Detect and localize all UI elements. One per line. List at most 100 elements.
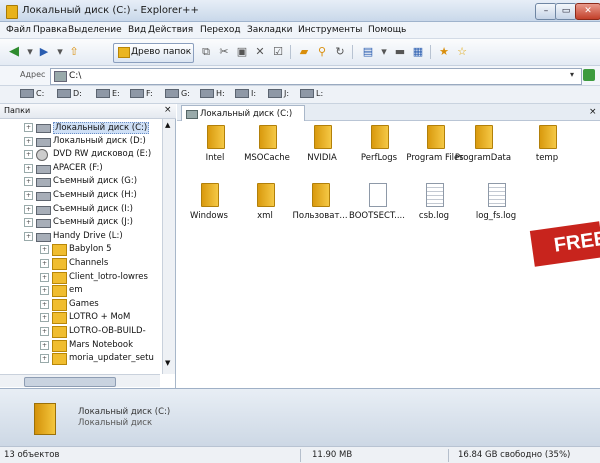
folders-button[interactable]: Древо папок — [113, 43, 194, 63]
expand-icon[interactable]: + — [24, 136, 33, 146]
folder-icon — [314, 125, 332, 149]
expand-icon[interactable]: + — [24, 163, 33, 173]
menu-edit[interactable]: Правка — [33, 25, 67, 35]
horizontal-scrollbar[interactable] — [0, 374, 160, 387]
expand-icon[interactable]: + — [24, 204, 33, 214]
folder-item[interactable]: PerfLogs — [349, 121, 409, 173]
expand-icon[interactable]: + — [40, 286, 49, 296]
folder-icon — [475, 125, 493, 149]
expand-icon[interactable]: + — [40, 354, 49, 364]
refresh-icon[interactable]: ↻ — [332, 44, 348, 60]
scroll-down-icon[interactable]: ▼ — [165, 359, 170, 367]
views-icon[interactable]: ▤ — [360, 44, 376, 60]
folder-item[interactable]: temp — [517, 121, 577, 173]
file-item[interactable]: csb.log — [404, 179, 464, 231]
drive-button-i[interactable]: I: — [235, 89, 256, 98]
expand-icon[interactable]: + — [24, 191, 33, 200]
drive-button-j[interactable]: J: — [268, 89, 289, 98]
new-folder-icon[interactable]: ▰ — [296, 44, 312, 60]
window-title: Локальный диск (C:) - Explorer++ — [22, 5, 199, 16]
cut-icon[interactable]: ✂ — [216, 44, 232, 60]
back-icon[interactable]: ◀ — [6, 44, 22, 60]
status-bar: 13 объектов 11.90 MB 16.84 GB свободно (… — [0, 446, 600, 463]
drive-icon — [20, 89, 34, 98]
expand-icon[interactable]: + — [40, 259, 49, 268]
drive-button-d[interactable]: D: — [57, 89, 82, 98]
search-icon[interactable]: ⚲ — [314, 44, 330, 60]
expand-icon[interactable]: + — [24, 123, 33, 132]
properties-icon[interactable]: ☑ — [270, 44, 286, 60]
menu-file[interactable]: Файл — [6, 25, 31, 35]
folder-item[interactable]: MSOCache — [237, 121, 297, 173]
chevron-down-icon[interactable]: ▾ — [570, 70, 574, 79]
drive-icon — [165, 89, 179, 98]
file-item[interactable]: log_fs.log — [466, 179, 526, 231]
separator — [86, 44, 90, 60]
up-icon[interactable]: ⇧ — [66, 44, 82, 60]
folder-item[interactable]: xml — [235, 179, 295, 231]
minimize-button[interactable]: – — [535, 3, 557, 20]
folder-item[interactable]: Intel — [185, 121, 245, 173]
expand-icon[interactable]: + — [40, 299, 49, 309]
address-input[interactable]: C:\ — [50, 68, 582, 85]
expand-icon[interactable]: + — [24, 150, 33, 160]
item-name: temp — [535, 153, 559, 163]
scrollbar-thumb[interactable] — [24, 377, 116, 387]
network-icon[interactable]: ▦ — [410, 44, 426, 60]
expand-icon[interactable]: + — [40, 245, 49, 255]
menu-actions[interactable]: Действия — [148, 25, 193, 35]
tree-item-label: Handy Drive (L:) — [53, 230, 123, 241]
drive-button-c[interactable]: C: — [20, 89, 44, 98]
menu-view[interactable]: Вид — [128, 25, 146, 35]
folders-pane-header: Папки × — [0, 104, 176, 119]
menu-help[interactable]: Помощь — [368, 25, 406, 35]
bookmarks-icon[interactable]: ☆ — [454, 44, 470, 60]
forward-icon[interactable]: ▶ — [36, 44, 52, 60]
menu-tools[interactable]: Инструменты — [298, 25, 362, 35]
drive-button-h[interactable]: H: — [200, 89, 225, 98]
tab-local-disk-c[interactable]: Локальный диск (C:) — [181, 105, 305, 122]
expand-icon[interactable]: + — [40, 327, 49, 336]
copy-icon[interactable]: ⧉ — [198, 44, 214, 60]
tree-item-label: Babylon 5 — [69, 244, 112, 255]
menu-go[interactable]: Переход — [200, 25, 241, 35]
folder-item[interactable]: Windows — [179, 179, 239, 231]
status-free-space: 16.84 GB свободно (35%) — [458, 450, 571, 460]
folder-item[interactable]: ProgramData — [453, 121, 513, 173]
menu-select[interactable]: Выделение — [68, 25, 122, 35]
expand-icon[interactable]: + — [24, 177, 33, 187]
vertical-scrollbar[interactable]: ▲ ▼ — [162, 119, 175, 374]
menu-bookmarks[interactable]: Закладки — [247, 25, 293, 35]
separator — [300, 449, 301, 462]
log-file-icon — [488, 183, 506, 207]
expand-icon[interactable]: + — [40, 272, 49, 282]
go-button[interactable] — [583, 69, 595, 81]
delete-icon[interactable]: ✕ — [252, 44, 268, 60]
scroll-up-icon[interactable]: ▲ — [165, 121, 170, 129]
file-item[interactable]: BOOTSECT.... — [347, 179, 407, 231]
expand-icon[interactable]: + — [40, 340, 49, 350]
expand-icon[interactable]: + — [24, 231, 33, 241]
close-button[interactable]: ✕ — [575, 3, 600, 20]
command-prompt-icon[interactable]: ▬ — [392, 44, 408, 60]
close-icon[interactable]: × — [164, 105, 172, 115]
drive-icon — [36, 178, 51, 188]
status-selection-size: 11.90 MB — [312, 450, 353, 460]
expand-icon[interactable]: + — [24, 218, 33, 228]
close-tab-icon[interactable]: × — [589, 107, 597, 117]
folder-icon — [6, 5, 18, 19]
expand-icon[interactable]: + — [40, 313, 49, 323]
drive-button-l[interactable]: L: — [300, 89, 323, 98]
drive-button-f[interactable]: F: — [130, 89, 153, 98]
drive-button-e[interactable]: E: — [96, 89, 120, 98]
maximize-button[interactable]: ▭ — [555, 3, 577, 20]
bookmark-add-icon[interactable]: ★ — [436, 44, 452, 60]
tree-item-label: Съемный диск (I:) — [53, 203, 133, 214]
drive-icon — [36, 124, 51, 133]
folders-pane-title: Папки — [4, 106, 31, 115]
folder-item[interactable]: Пользоват... — [290, 179, 350, 231]
chevron-down-icon[interactable]: ▾ — [376, 44, 392, 60]
folder-item[interactable]: NVIDIA — [292, 121, 352, 173]
paste-icon[interactable]: ▣ — [234, 44, 250, 60]
drive-button-g[interactable]: G: — [165, 89, 190, 98]
